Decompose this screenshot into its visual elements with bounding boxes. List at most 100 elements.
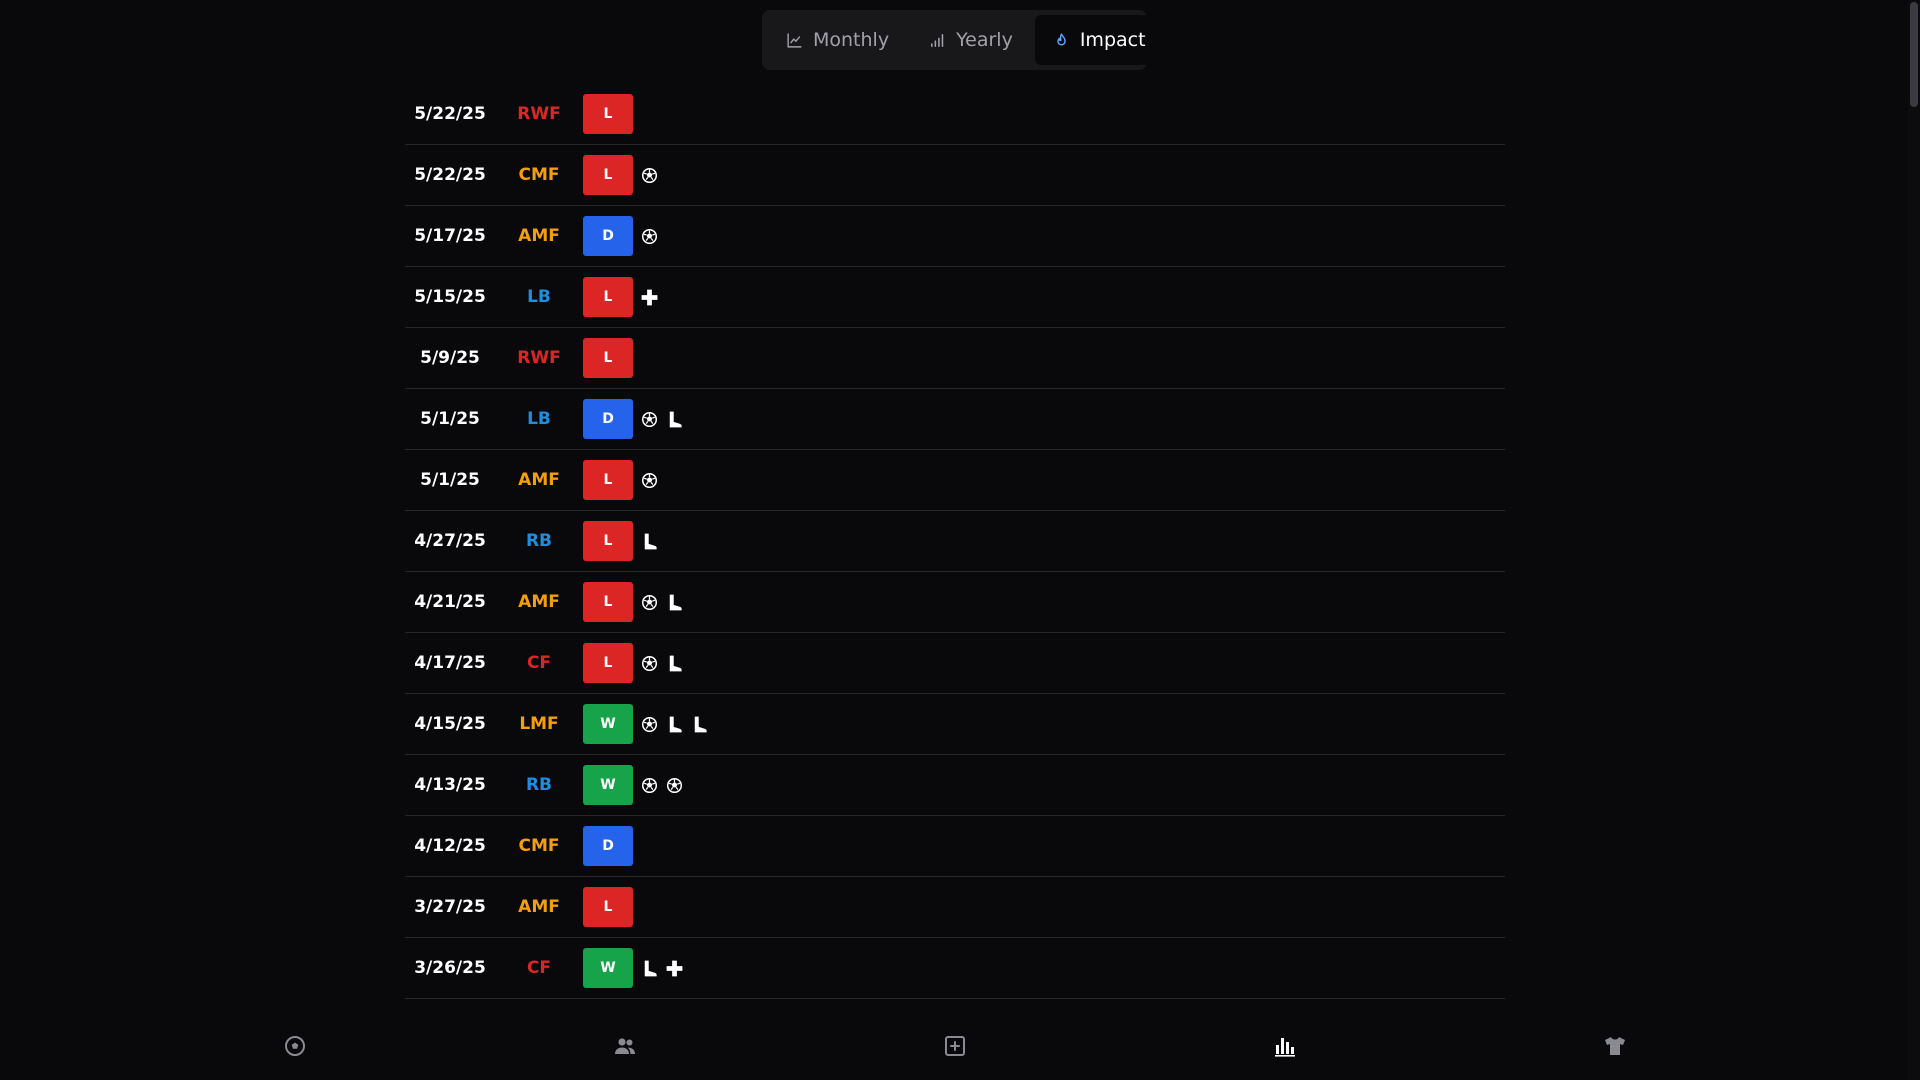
match-date: 4/13/25 [414, 775, 486, 795]
match-row[interactable]: 4/21/25 AMF L [405, 572, 1505, 633]
match-events [640, 166, 659, 185]
match-row[interactable]: 5/1/25 LB D [405, 389, 1505, 450]
tab-yearly-label: Yearly [956, 29, 1013, 51]
match-position: AMF [518, 470, 560, 490]
users-icon [615, 1038, 635, 1054]
result-badge: L [583, 338, 633, 378]
soccer-ball-icon [640, 471, 659, 490]
nav-stats[interactable] [1272, 1033, 1298, 1059]
match-events [640, 776, 684, 795]
line-chart-icon [787, 32, 802, 48]
match-events [640, 227, 659, 246]
result-badge: D [583, 826, 633, 866]
bar-chart-icon [1275, 1038, 1295, 1057]
match-row[interactable]: 5/22/25 RWF L [405, 84, 1505, 145]
match-position: CF [526, 653, 552, 673]
soccer-ball-icon [640, 166, 659, 185]
match-position: AMF [518, 226, 560, 246]
scrollbar[interactable] [1908, 0, 1920, 1080]
flame-icon [1057, 32, 1066, 45]
signal-bars-icon [931, 33, 944, 47]
nav-kit[interactable] [1602, 1033, 1628, 1059]
match-date: 4/17/25 [414, 653, 486, 673]
soccer-ball-icon [665, 776, 684, 795]
app-root: Monthly Yearly Impact 5/22/25 RWF L 5/22/25… [0, 0, 1920, 1080]
match-events [640, 532, 659, 551]
match-row[interactable]: 4/13/25 RB W [405, 755, 1505, 816]
match-date: 4/12/25 [414, 836, 486, 856]
match-row[interactable]: 5/22/25 CMF L [405, 145, 1505, 206]
match-date: 3/26/25 [414, 958, 486, 978]
match-date: 3/27/25 [414, 897, 486, 917]
result-badge: D [583, 216, 633, 256]
nav-team[interactable] [612, 1033, 638, 1059]
match-events [640, 654, 684, 673]
match-date: 4/15/25 [414, 714, 486, 734]
result-badge: W [583, 765, 633, 805]
soccer-ball-icon [640, 410, 659, 429]
result-badge: L [583, 521, 633, 561]
tab-impact[interactable]: Impact [1034, 15, 1164, 65]
boot-icon [665, 593, 684, 612]
match-row[interactable]: 3/27/25 AMF L [405, 877, 1505, 938]
boot-icon [640, 959, 659, 978]
match-events [640, 288, 659, 307]
match-position: AMF [518, 592, 560, 612]
nav-matches[interactable] [282, 1033, 308, 1059]
medical-cross-icon [665, 959, 684, 978]
match-position: CF [526, 958, 552, 978]
soccer-ball-icon [640, 715, 659, 734]
match-events [640, 471, 659, 490]
boot-icon [690, 715, 709, 734]
match-date: 5/9/25 [420, 348, 480, 368]
match-events [640, 410, 684, 429]
soccer-ball-icon [285, 1036, 305, 1056]
tab-monthly[interactable]: Monthly [768, 15, 907, 65]
match-position: RWF [517, 104, 561, 124]
match-date: 5/15/25 [414, 287, 486, 307]
match-row[interactable]: 4/15/25 LMF W [405, 694, 1505, 755]
result-badge: L [583, 643, 633, 683]
result-badge: W [583, 704, 633, 744]
scrollbar-thumb[interactable] [1910, 2, 1918, 107]
soccer-ball-icon [640, 227, 659, 246]
plus-square-icon [945, 1036, 965, 1056]
medical-cross-icon [640, 288, 659, 307]
shirt-icon [1605, 1037, 1625, 1055]
match-row[interactable]: 4/17/25 CF L [405, 633, 1505, 694]
tab-yearly[interactable]: Yearly [911, 15, 1031, 65]
match-position: AMF [518, 897, 560, 917]
nav-add[interactable] [942, 1033, 968, 1059]
match-position: CMF [518, 165, 560, 185]
match-events [640, 959, 684, 978]
match-row[interactable]: 4/27/25 RB L [405, 511, 1505, 572]
match-list: 5/22/25 RWF L 5/22/25 CMF L 5/17/25 AMF D 5/15/25… [405, 84, 1505, 999]
match-date: 5/17/25 [414, 226, 486, 246]
soccer-ball-icon [640, 654, 659, 673]
soccer-ball-icon [640, 776, 659, 795]
match-date: 5/1/25 [420, 409, 480, 429]
result-badge: L [583, 94, 633, 134]
match-date: 5/22/25 [414, 104, 486, 124]
match-position: CMF [518, 836, 560, 856]
match-position: RWF [517, 348, 561, 368]
match-row[interactable]: 5/17/25 AMF D [405, 206, 1505, 267]
tab-monthly-label: Monthly [813, 29, 890, 51]
match-row[interactable]: 3/26/25 CF W [405, 938, 1505, 999]
match-row[interactable]: 5/15/25 LB L [405, 267, 1505, 328]
result-badge: L [583, 582, 633, 622]
result-badge: L [583, 155, 633, 195]
boot-icon [665, 410, 684, 429]
match-row[interactable]: 4/12/25 CMF D [405, 816, 1505, 877]
match-position: LB [527, 409, 551, 429]
match-date: 4/27/25 [414, 531, 486, 551]
match-events [640, 715, 709, 734]
match-position: LB [527, 287, 551, 307]
match-row[interactable]: 5/9/25 RWF L [405, 328, 1505, 389]
result-badge: W [583, 948, 633, 988]
match-position: RB [525, 531, 553, 551]
match-row[interactable]: 5/1/25 AMF L [405, 450, 1505, 511]
result-badge: D [583, 399, 633, 439]
match-date: 5/22/25 [414, 165, 486, 185]
boot-icon [665, 654, 684, 673]
